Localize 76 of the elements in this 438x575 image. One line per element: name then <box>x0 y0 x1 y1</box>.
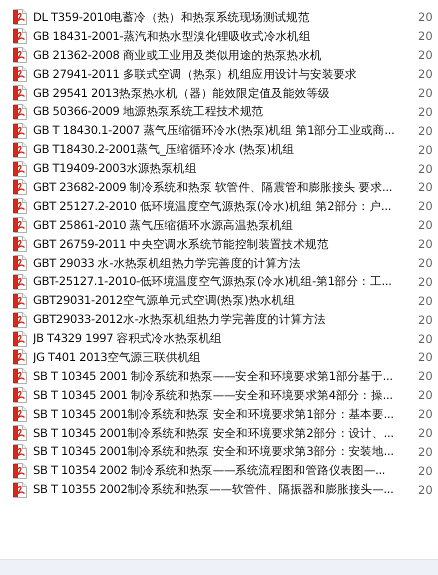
file-date: 20 <box>418 237 433 252</box>
pdf-file-icon <box>13 104 27 120</box>
file-name[interactable]: GB 27941-2011 多联式空调（热泵）机组应用设计与安装要求 <box>33 66 415 82</box>
pdf-file-icon <box>13 255 27 272</box>
file-date: 20 <box>418 86 433 100</box>
file-date: 20 <box>418 388 433 402</box>
file-date: 20 <box>418 464 433 478</box>
file-name[interactable]: GBT 25127.2-2010 低环境温度空气源热泵(冷水)机组 第2部分：户... <box>33 198 415 214</box>
file-date: 20 <box>418 444 433 459</box>
file-name[interactable]: SB T 10354 2002 制冷系统和热泵——系统流程图和管路仪表图—... <box>33 463 415 478</box>
file-date: 20 <box>418 67 433 82</box>
file-name[interactable]: GB 50366-2009 地源热泵系统工程技术规范 <box>33 104 415 120</box>
file-date: 20 <box>418 369 433 384</box>
pdf-file-icon <box>13 368 27 384</box>
pdf-file-icon <box>13 142 27 158</box>
file-name[interactable]: GB T19409-2003水源热泵机组 <box>33 161 415 176</box>
file-name[interactable]: GB T18430.2-2001蒸气_压缩循环冷水 (热泵)机组 <box>33 142 415 158</box>
file-name[interactable]: GBT-25127.1-2010-低环境温度空气源热泵(冷水)机组-第1部分：工... <box>33 274 415 290</box>
file-name[interactable]: GB 18431-2001-蒸汽和热水型溴化锂吸收式冷水机组 <box>33 28 415 44</box>
pdf-file-icon <box>13 462 27 479</box>
pdf-file-icon <box>13 85 27 101</box>
file-date: 20 <box>418 426 433 440</box>
file-date: 20 <box>418 350 433 364</box>
pdf-file-icon <box>13 198 27 214</box>
file-date: 20 <box>418 332 433 346</box>
file-date: 20 <box>418 218 433 232</box>
pdf-file-icon <box>13 179 27 196</box>
file-date: 20 <box>418 199 433 214</box>
pdf-file-icon <box>13 406 27 422</box>
file-name[interactable]: GBT 29033 水-水热泵机组热力学完善度的计算方法 <box>33 256 415 271</box>
file-date: 20 <box>418 482 433 497</box>
pdf-file-icon <box>13 122 27 139</box>
pdf-file-icon <box>13 28 27 44</box>
file-name[interactable]: GB 29541 2013热泵热水机（器）能效限定值及能效等级 <box>33 86 415 100</box>
pdf-file-icon <box>13 387 27 404</box>
pdf-file-icon <box>13 444 27 460</box>
pdf-file-icon <box>13 292 27 309</box>
pdf-file-icon <box>13 236 27 252</box>
pdf-file-icon <box>13 47 27 64</box>
file-name[interactable]: DL T359-2010电蓄冷（热）和热泵系统现场测试规范 <box>33 10 415 25</box>
file-date: 20 <box>418 274 433 289</box>
file-date: 20 <box>418 312 433 327</box>
file-date: 20 <box>418 142 433 157</box>
file-date: 20 <box>418 162 433 176</box>
pdf-file-icon <box>13 160 27 177</box>
file-name[interactable]: SB T 10345 2001制冷系统和热泵 安全和环境要求第1部分：基本要... <box>33 406 415 422</box>
file-date: 20 <box>418 256 433 270</box>
file-name[interactable]: SB T 10345 2001 制冷系统和热泵——安全和环境要求第1部分基于... <box>33 368 415 384</box>
pdf-file-icon <box>13 330 27 347</box>
file-date: 20 <box>418 180 433 194</box>
file-name[interactable]: GBT 25861-2010 蒸气压缩循环水源高温热泵机组 <box>33 218 415 233</box>
file-name[interactable]: GB 21362-2008 商业或工业用及类似用途的热泵热水机 <box>33 48 415 63</box>
file-date: 20 <box>418 10 433 24</box>
pdf-file-icon <box>13 9 27 26</box>
file-date: 20 <box>418 29 433 44</box>
file-name[interactable]: SB T 10345 2001制冷系统和热泵 安全和环境要求第2部分：设计、... <box>33 426 415 441</box>
file-name[interactable]: GBT29033-2012水-水热泵机组热力学完善度的计算方法 <box>33 312 415 328</box>
file-date: 20 <box>418 407 433 422</box>
file-date: 20 <box>418 104 433 119</box>
file-name[interactable]: GBT29031-2012空气源单元式空调(热泵)热水机组 <box>33 293 415 308</box>
pdf-file-icon <box>13 274 27 290</box>
file-name[interactable]: SB T 10355 2002制冷系统和热泵——软管件、隔振器和膨胀接头—... <box>33 482 415 498</box>
file-date: 20 <box>418 48 433 62</box>
pdf-file-icon <box>13 349 27 366</box>
file-name[interactable]: SB T 10345 2001 制冷系统和热泵——安全和环境要求第4部分：操... <box>33 388 415 403</box>
pdf-file-icon <box>13 482 27 498</box>
file-date: 20 <box>418 124 433 138</box>
file-date: 20 <box>418 294 433 308</box>
file-name[interactable]: GBT 26759-2011 中央空调水系统节能控制装置技术规范 <box>33 236 415 252</box>
pdf-file-icon <box>13 312 27 328</box>
file-name[interactable]: SB T 10345 2001制冷系统和热泵 安全和环境要求第3部分：安装地... <box>33 444 415 460</box>
file-name[interactable]: GBT 23682-2009 制冷系统和热泵 软管件、隔震管和膨胀接头 要求... <box>33 180 415 195</box>
pdf-file-icon <box>13 425 27 442</box>
file-name[interactable]: GB T 18430.1-2007 蒸气压缩循环冷水(热泵)机组 第1部分工业或商... <box>33 123 415 138</box>
pdf-file-icon <box>13 66 27 82</box>
pdf-file-icon <box>13 217 27 234</box>
